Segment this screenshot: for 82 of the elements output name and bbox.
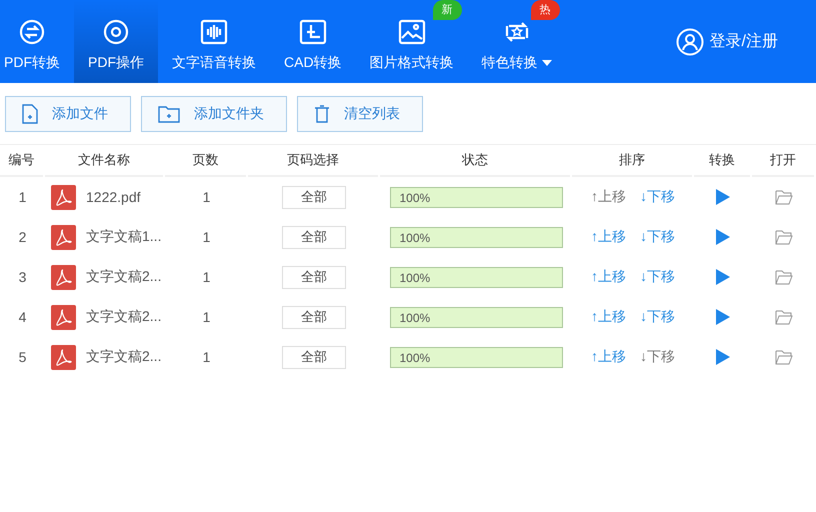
file-name: 文字文稿2... [86, 268, 162, 286]
nav-tab[interactable]: 文字语音转换 [158, 0, 270, 83]
pdf-file-icon [51, 264, 76, 290]
page-range-select[interactable]: 全部 [282, 306, 346, 328]
folder-icon[interactable] [775, 270, 793, 284]
add-folder-icon [158, 105, 180, 123]
play-icon[interactable] [716, 189, 730, 205]
page-count: 1 [202, 309, 210, 325]
move-up-link[interactable]: ↑上移 [591, 268, 626, 286]
page-count: 1 [202, 349, 210, 365]
progress-text: 100% [400, 230, 430, 244]
progress-text: 100% [400, 310, 430, 324]
sound-wave-icon [200, 18, 228, 46]
pdf-file-icon [51, 184, 76, 210]
nav-tab[interactable]: 新 图片格式转换 [356, 0, 468, 83]
play-icon[interactable] [716, 269, 730, 285]
move-down-link[interactable]: ↓下移 [640, 228, 675, 246]
gear-icon [102, 18, 130, 46]
toolbar-button[interactable]: 添加文件 [5, 96, 131, 132]
pdf-file-icon [51, 344, 76, 370]
file-name: 文字文稿2... [86, 308, 162, 326]
page-range-select[interactable]: 全部 [282, 266, 346, 288]
play-icon[interactable] [716, 309, 730, 325]
pdf-file-icon [51, 304, 76, 330]
row-number: 5 [18, 349, 26, 365]
column-header: 编号 [0, 145, 43, 177]
nav-tab[interactable]: 热 特色转换 [468, 0, 566, 83]
folder-icon[interactable] [775, 310, 793, 324]
page-count: 1 [202, 189, 210, 205]
row-number: 4 [18, 309, 26, 325]
page-range-select[interactable]: 全部 [282, 186, 346, 208]
play-icon[interactable] [716, 229, 730, 245]
folder-icon[interactable] [775, 190, 793, 204]
login-link[interactable]: 登录/注册 [676, 0, 778, 83]
page-range-select[interactable]: 全部 [282, 346, 346, 368]
folder-icon[interactable] [775, 350, 793, 364]
column-header: 打开 [752, 145, 814, 177]
file-name: 文字文稿2... [86, 348, 162, 366]
file-name: 1222.pdf [86, 189, 140, 205]
trash-icon [314, 105, 330, 123]
play-icon[interactable] [716, 349, 730, 365]
move-down-link[interactable]: ↓下移 [640, 308, 675, 326]
tab-label: 文字语音转换 [172, 54, 256, 72]
nav-tab[interactable]: PDF转换 [0, 0, 74, 83]
row-number: 1 [18, 189, 26, 205]
swap-arrows-icon [18, 18, 46, 46]
page-count: 1 [202, 229, 210, 245]
progress-text: 100% [400, 190, 430, 204]
add-file-icon [22, 104, 38, 124]
progress-text: 100% [400, 350, 430, 364]
column-header: 转换 [694, 145, 750, 177]
tab-label: PDF操作 [88, 54, 144, 72]
column-header: 排序 [572, 145, 692, 177]
toolbar-button[interactable]: 添加文件夹 [141, 96, 287, 132]
file-name: 文字文稿1... [86, 228, 162, 246]
user-icon [676, 28, 704, 56]
cad-drawing-icon [298, 18, 327, 46]
column-header: 状态 [380, 145, 570, 177]
pdf-file-icon [51, 224, 76, 250]
move-up-link[interactable]: ↑上移 [591, 348, 626, 366]
move-up-link[interactable]: ↑上移 [591, 308, 626, 326]
column-header: 文件名称 [45, 145, 163, 177]
folder-icon[interactable] [775, 230, 793, 244]
move-down-link[interactable]: ↓下移 [640, 188, 675, 206]
tab-badge: 热 [530, 0, 560, 20]
tab-label: PDF转换 [4, 54, 60, 72]
page-count: 1 [202, 269, 210, 285]
image-icon [398, 18, 426, 46]
tab-label: CAD转换 [284, 54, 342, 72]
nav-tab[interactable]: CAD转换 [270, 0, 356, 83]
move-down-link[interactable]: ↓下移 [640, 268, 675, 286]
tab-label: 图片格式转换 [370, 54, 454, 72]
row-number: 2 [18, 229, 26, 245]
page-range-select[interactable]: 全部 [282, 226, 346, 248]
tab-badge: 新 [432, 0, 462, 20]
column-header: 页数 [165, 145, 246, 177]
column-header: 页码选择 [248, 145, 378, 177]
toolbar-button[interactable]: 清空列表 [297, 96, 423, 132]
progress-text: 100% [400, 270, 430, 284]
tab-label: 特色转换 [482, 54, 538, 72]
row-number: 3 [18, 269, 26, 285]
move-up-link[interactable]: ↑上移 [591, 228, 626, 246]
